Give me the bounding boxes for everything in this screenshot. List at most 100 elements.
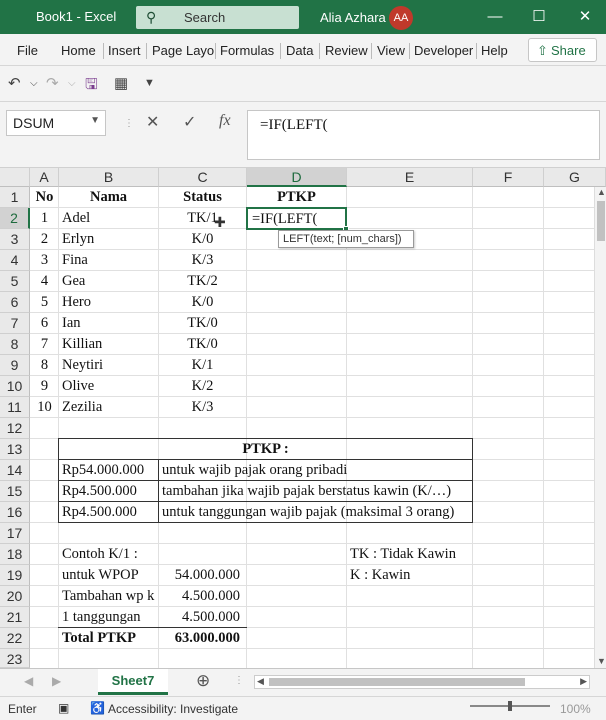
ptkp-desc[interactable]: tambahan jika wajib pajak berstatus kawi… (159, 481, 471, 502)
row-header[interactable]: 16 (0, 502, 30, 523)
cell-no[interactable]: 4 (31, 271, 58, 292)
name-box[interactable]: DSUM ▼ (6, 110, 106, 136)
accessibility-status[interactable]: Accessibility: Investigate (108, 702, 238, 716)
row-header[interactable]: 11 (0, 397, 30, 418)
ptkp-title[interactable]: PTKP : (59, 439, 472, 460)
horizontal-scrollbar[interactable]: ◀ ▶ (254, 675, 590, 689)
zoom-slider-thumb[interactable] (508, 701, 512, 711)
ptkp-amount[interactable]: Rp4.500.000 (59, 481, 158, 502)
select-objects-icon[interactable]: ▦ (114, 74, 128, 92)
tab-developer[interactable]: Developer (414, 43, 473, 58)
cell-status[interactable]: K/0 (159, 229, 246, 250)
cell-status[interactable]: K/3 (159, 250, 246, 271)
cell-no[interactable]: 9 (31, 376, 58, 397)
column-header-e[interactable]: E (347, 168, 473, 187)
cell-no[interactable]: 8 (31, 355, 58, 376)
row-header[interactable]: 14 (0, 460, 30, 481)
column-header-d[interactable]: D (247, 168, 347, 187)
enter-icon[interactable]: ✓ (183, 112, 196, 132)
example-title[interactable]: Contoh K/1 : (59, 544, 246, 565)
cell-no[interactable]: 1 (31, 208, 58, 229)
ptkp-desc[interactable]: untuk wajib pajak orang pribadi (159, 460, 471, 481)
row-header[interactable]: 7 (0, 313, 30, 334)
cell-status[interactable]: TK/0 (159, 334, 246, 355)
cell-nama[interactable]: Fina (59, 250, 158, 271)
share-button[interactable]: ⇧ Share (528, 38, 597, 62)
total-label[interactable]: Total PTKP (59, 628, 158, 649)
column-header-c[interactable]: C (159, 168, 247, 187)
row-header[interactable]: 8 (0, 334, 30, 355)
undo-icon[interactable]: ↶ (8, 74, 21, 92)
redo-icon[interactable]: ↷ (46, 74, 59, 92)
scroll-right-icon[interactable]: ▶ (580, 676, 587, 687)
cell-no[interactable]: 5 (31, 292, 58, 313)
example-value[interactable]: 4.500.000 (159, 607, 246, 628)
close-icon[interactable]: ✕ (570, 5, 600, 29)
customize-qat-icon[interactable]: ▼ (144, 77, 155, 89)
chevron-down-icon[interactable]: ▼ (90, 115, 100, 126)
cell-no[interactable]: 3 (31, 250, 58, 271)
row-header[interactable]: 18 (0, 544, 30, 565)
cell-nama[interactable]: Killian (59, 334, 158, 355)
scroll-thumb[interactable] (597, 201, 605, 241)
scroll-left-icon[interactable]: ◀ (257, 676, 264, 687)
cell-nama[interactable]: Olive (59, 376, 158, 397)
ptkp-amount[interactable]: Rp54.000.000 (59, 460, 158, 481)
scroll-tabs-left-icon[interactable]: ◀ (24, 674, 33, 688)
example-label[interactable]: 1 tanggungan (59, 607, 158, 628)
user-name[interactable]: Alia Azhara (320, 10, 386, 25)
example-value[interactable]: 4.500.000 (159, 586, 246, 607)
row-header[interactable]: 21 (0, 607, 30, 628)
accessibility-icon[interactable]: ♿ (90, 701, 105, 715)
row-header[interactable]: 19 (0, 565, 30, 586)
row-header[interactable]: 2 (0, 208, 30, 229)
cell-status[interactable]: K/1 (159, 355, 246, 376)
vertical-scrollbar[interactable]: ▲ ▼ (594, 187, 606, 668)
tab-help[interactable]: Help (481, 43, 508, 58)
tab-home[interactable]: Home (61, 43, 96, 58)
header-nama[interactable]: Nama (59, 187, 158, 208)
cell-nama[interactable]: Zezilia (59, 397, 158, 418)
column-header-f[interactable]: F (473, 168, 544, 187)
column-header-a[interactable]: A (30, 168, 59, 187)
header-status[interactable]: Status (159, 187, 246, 208)
cancel-icon[interactable]: ✕ (146, 112, 159, 132)
add-sheet-icon[interactable]: ⊕ (196, 671, 210, 691)
column-header-b[interactable]: B (59, 168, 159, 187)
example-label[interactable]: untuk WPOP (59, 565, 158, 586)
scroll-tabs-right-icon[interactable]: ▶ (52, 674, 61, 688)
cell-status[interactable]: TK/1 (159, 208, 246, 229)
example-value[interactable]: 54.000.000 (159, 565, 246, 586)
row-header[interactable]: 17 (0, 523, 30, 544)
column-header-g[interactable]: G (544, 168, 606, 187)
hscroll-thumb[interactable] (269, 678, 525, 686)
cell-nama[interactable]: Neytiri (59, 355, 158, 376)
cell-no[interactable]: 6 (31, 313, 58, 334)
row-header[interactable]: 6 (0, 292, 30, 313)
example-label[interactable]: Tambahan wp k (59, 586, 158, 607)
cell-status[interactable]: K/0 (159, 292, 246, 313)
row-header[interactable]: 5 (0, 271, 30, 292)
ptkp-desc[interactable]: untuk tanggungan wajib pajak (maksimal 3… (159, 502, 471, 523)
cell-nama[interactable]: Adel (59, 208, 158, 229)
row-header[interactable]: 23 (0, 649, 30, 668)
scroll-down-icon[interactable]: ▼ (597, 656, 606, 666)
row-header[interactable]: 10 (0, 376, 30, 397)
tab-formulas[interactable]: Formulas (220, 43, 274, 58)
row-header[interactable]: 20 (0, 586, 30, 607)
tab-page-layout[interactable]: Page Layo (152, 43, 214, 58)
header-no[interactable]: No (31, 187, 58, 208)
row-header[interactable]: 15 (0, 481, 30, 502)
tab-review[interactable]: Review (325, 43, 368, 58)
scroll-up-icon[interactable]: ▲ (597, 187, 606, 197)
row-header[interactable]: 3 (0, 229, 30, 250)
formula-input[interactable]: =IF(LEFT( (247, 110, 600, 160)
legend-k[interactable]: K : Kawin (347, 565, 472, 586)
row-header[interactable]: 12 (0, 418, 30, 439)
macro-record-icon[interactable]: ▣ (58, 701, 69, 715)
tab-view[interactable]: View (377, 43, 405, 58)
sheet-tab-active[interactable]: Sheet7 (98, 669, 168, 695)
function-tooltip[interactable]: LEFT(text; [num_chars]) (278, 230, 414, 248)
cell-status[interactable]: K/3 (159, 397, 246, 418)
cell-status[interactable]: TK/0 (159, 313, 246, 334)
